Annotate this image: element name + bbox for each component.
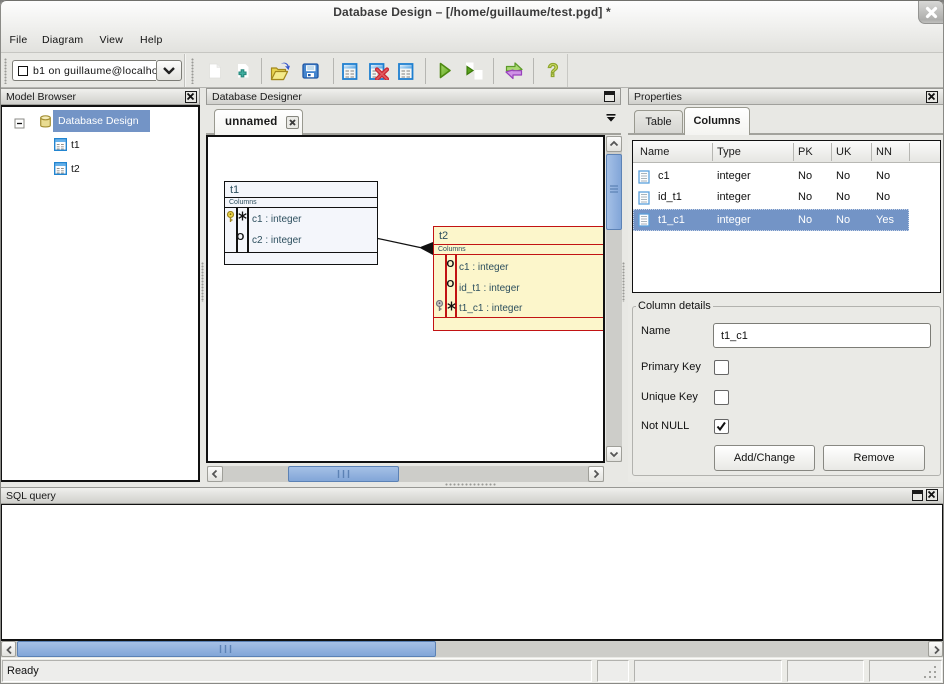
svg-text:?: ? (548, 61, 559, 81)
